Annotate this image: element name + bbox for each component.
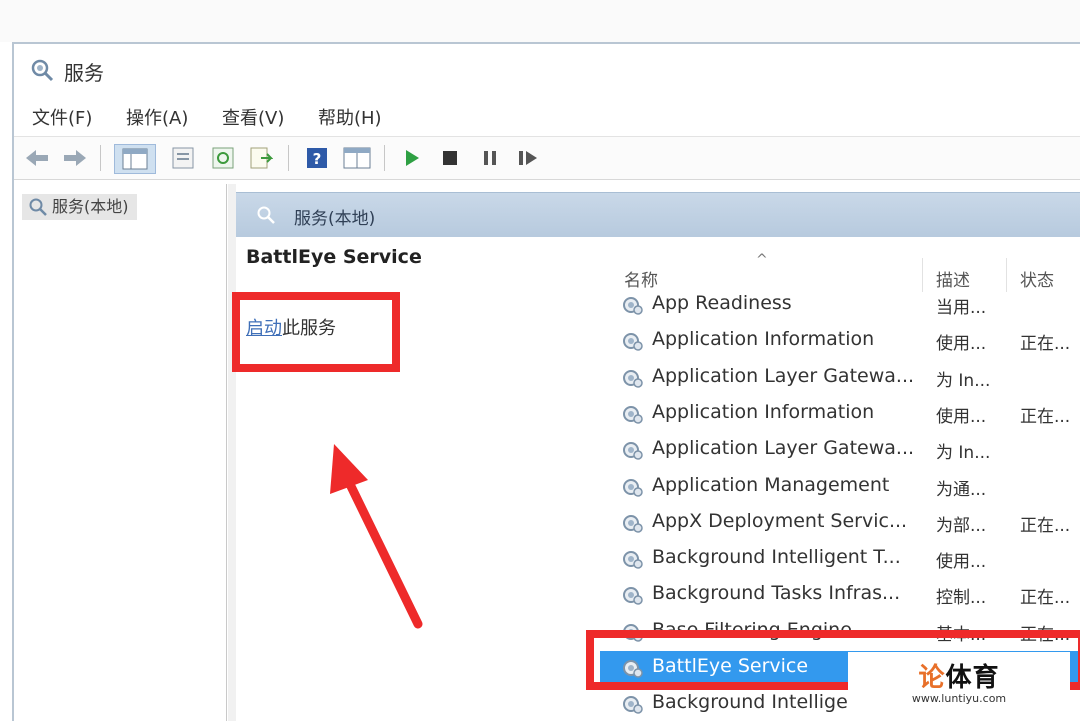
watermark-url: www.luntiyu.com [911, 692, 1007, 705]
services-gear-icon [28, 197, 48, 225]
service-status: 正在... [1020, 334, 1071, 355]
service-gear-icon [620, 584, 644, 610]
properties-icon[interactable] [168, 144, 198, 172]
service-name: App Readiness [652, 292, 792, 314]
column-divider[interactable] [1006, 258, 1007, 292]
menu-action[interactable]: 操作(A) [126, 104, 188, 130]
service-name: AppX Deployment Servic... [652, 509, 908, 532]
service-row[interactable]: Background Tasks Infras... 控制... 正在... [600, 578, 1080, 612]
service-name: Application Information [652, 328, 875, 351]
service-description: 为 In... [936, 370, 991, 391]
service-description: 使用... [936, 334, 987, 355]
service-row[interactable]: App Readiness 当用... [600, 288, 1080, 322]
tree-item-label: 服务(本地) [52, 197, 129, 216]
service-row[interactable]: AppX Deployment Servic... 为部... 正在... [600, 506, 1080, 540]
toolbar-separator [288, 145, 289, 171]
service-gear-icon [620, 548, 644, 574]
service-name: Application Layer Gatewa... [652, 437, 915, 460]
service-status: 正在... [1020, 406, 1071, 427]
pause-icon[interactable] [476, 144, 504, 172]
toolbar: ? [14, 136, 1080, 180]
console-tree-pane: 服务(本地) [14, 184, 227, 721]
service-gear-icon [620, 403, 644, 429]
menu-file[interactable]: 文件(F) [32, 104, 92, 130]
service-gear-icon [620, 693, 644, 719]
help-icon[interactable]: ? [302, 144, 332, 172]
services-gear-icon [30, 58, 54, 82]
service-description: 使用... [936, 406, 987, 427]
menu-view[interactable]: 查看(V) [222, 104, 284, 130]
watermark-logo: 论体育 www.luntiyu.com [848, 652, 1070, 710]
screen-top-strip [0, 0, 1080, 42]
service-row[interactable]: Application Information 使用... 正在... [600, 324, 1080, 358]
service-name: Background Intelligent T... [652, 546, 901, 569]
service-row[interactable]: Background Intelligent T... 使用... [600, 542, 1080, 576]
stop-icon[interactable] [436, 144, 464, 172]
back-icon[interactable] [22, 144, 52, 172]
service-name: Application Information [652, 400, 875, 423]
service-gear-icon [620, 512, 644, 538]
service-gear-icon [620, 439, 644, 465]
view-icon[interactable] [340, 144, 374, 172]
service-gear-icon [620, 330, 644, 356]
toolbar-separator [384, 145, 385, 171]
service-name: Background Intelligent [652, 691, 868, 714]
annotation-arrow-icon [330, 444, 423, 629]
service-description: 使用... [936, 552, 987, 573]
console-tree-icon[interactable] [114, 144, 156, 174]
export-icon[interactable] [246, 144, 276, 172]
service-gear-icon [620, 367, 644, 393]
column-divider[interactable] [922, 258, 923, 292]
service-row[interactable]: Application Management 为通... [600, 470, 1080, 504]
service-name: Application Layer Gatewa... [652, 364, 915, 387]
menu-bar: 文件(F) 操作(A) 查看(V) 帮助(H) [14, 100, 1080, 132]
resume-icon[interactable] [514, 144, 542, 172]
service-row[interactable]: Application Layer Gatewa... 为 In... [600, 361, 1080, 395]
watermark-brand-b: 体育 [945, 663, 1000, 693]
sort-ascending-icon: ^ [756, 252, 768, 268]
service-gear-icon [620, 476, 644, 502]
watermark-brand-a: 论 [918, 663, 946, 693]
service-status: 正在... [1020, 588, 1071, 609]
title-bar: 服务 [14, 44, 1080, 94]
tree-item-services-local[interactable]: 服务(本地) [22, 194, 137, 220]
service-description: 为 In... [936, 443, 991, 464]
toolbar-separator [100, 145, 101, 171]
service-row[interactable]: Application Information 使用... 正在... [600, 397, 1080, 431]
service-name: Background Tasks Infras... [652, 582, 901, 605]
forward-icon[interactable] [60, 144, 90, 172]
service-description: 当用... [936, 298, 987, 318]
menu-help[interactable]: 帮助(H) [318, 104, 382, 130]
service-description: 控制... [936, 588, 987, 609]
service-description: 为通... [936, 479, 987, 500]
svg-text:?: ? [313, 150, 322, 168]
refresh-icon[interactable] [208, 144, 238, 172]
service-row[interactable]: Application Layer Gatewa... 为 In... [600, 433, 1080, 467]
window-title: 服务 [64, 61, 104, 85]
service-name: Application Management [652, 473, 890, 496]
service-description: 为部... [936, 515, 987, 536]
service-gear-icon [620, 294, 644, 320]
services-window: 服务 文件(F) 操作(A) 查看(V) 帮助(H) ? 服务(本地) 服务(本… [12, 42, 1080, 721]
play-icon[interactable] [398, 144, 426, 172]
service-status: 正在... [1020, 515, 1071, 536]
